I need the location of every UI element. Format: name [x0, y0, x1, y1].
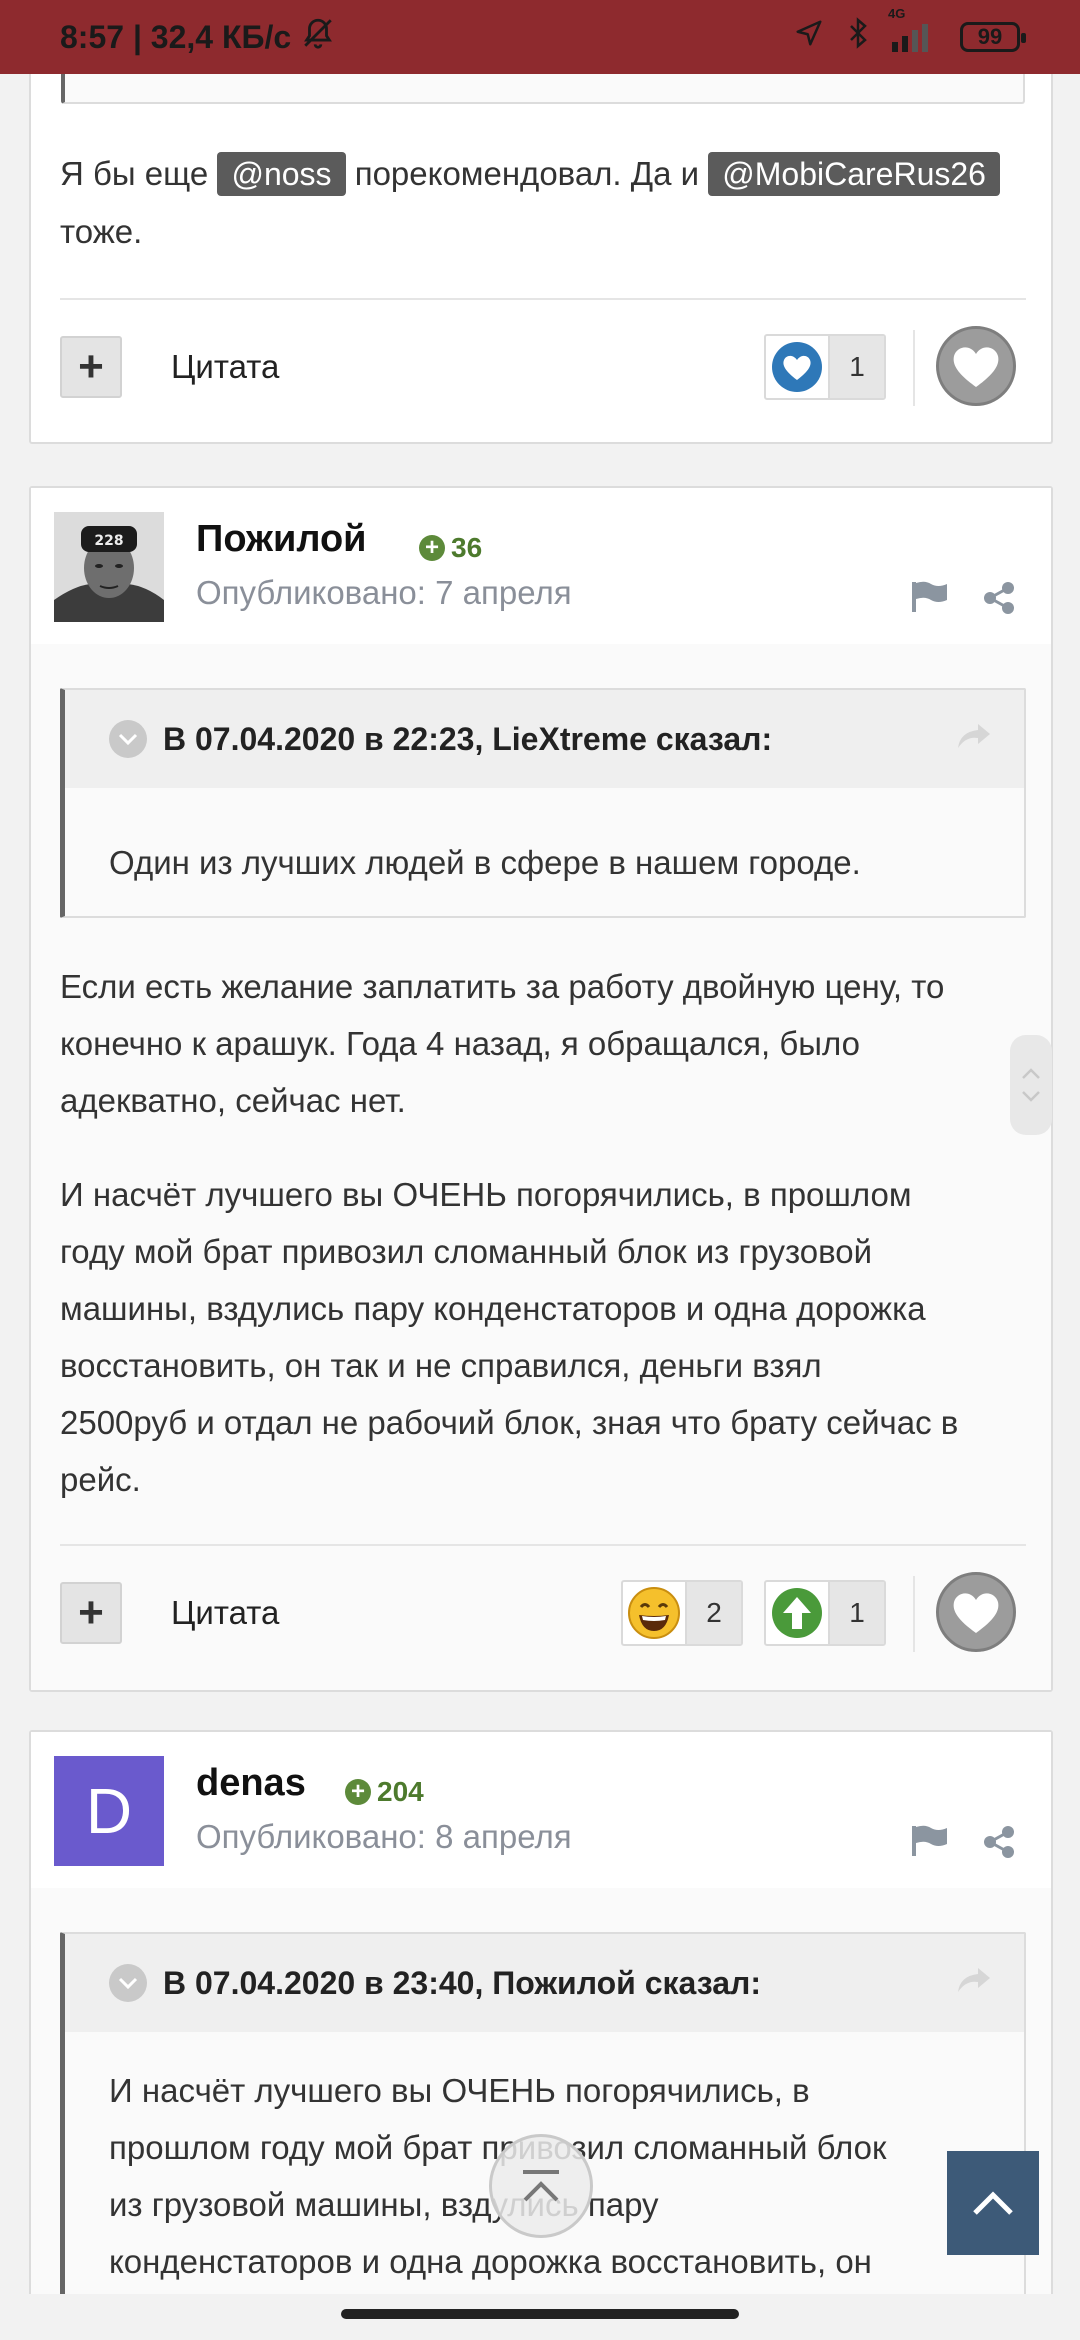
reputation-badge: + 36	[419, 532, 482, 564]
status-bar: 8:57 | 32,4 КБ/с 4G 99	[0, 0, 1080, 74]
network-label: 4G	[888, 6, 906, 21]
text-line: году мой брат привозил сломанный блок из…	[60, 1233, 873, 1270]
quote-header: В 07.04.2020 в 23:40, Пожилой сказал:	[65, 1934, 1024, 2032]
separator	[913, 330, 915, 406]
reaction-upvote[interactable]: 1	[764, 1580, 886, 1646]
scroll-top-circle-button[interactable]	[489, 2134, 593, 2238]
post-card-previous: Я бы еще @noss порекомендовал. Да и @Mob…	[29, 40, 1053, 444]
heart-icon	[953, 1593, 999, 1633]
location-icon	[794, 18, 824, 56]
plus-circle-icon: +	[345, 1778, 371, 1805]
avatar[interactable]: 228	[54, 512, 164, 622]
arrow-up-icon	[766, 1582, 830, 1644]
reputation-value: 36	[451, 532, 483, 563]
text-segment: тоже.	[60, 213, 143, 250]
post-text: Я бы еще @noss порекомендовал. Да и @Mob…	[60, 145, 1040, 260]
divider	[60, 1544, 1026, 1546]
share-icon[interactable]	[981, 1824, 1017, 1865]
quote-text: Один из лучших людей в сфере в нашем гор…	[109, 844, 861, 881]
svg-text:228: 228	[94, 533, 123, 549]
reaction-count: 1	[830, 336, 884, 398]
scroll-top-button[interactable]	[947, 2151, 1039, 2255]
mention-mobicare[interactable]: @MobiCareRus26	[708, 152, 1000, 196]
text-line: конечно к арашук. Года 4 назад, я обраща…	[60, 1025, 860, 1062]
text-line: Если есть желание заплатить за работу дв…	[60, 968, 945, 1005]
multiquote-button[interactable]: +	[60, 336, 122, 398]
share-icon[interactable]	[981, 580, 1017, 621]
quote-author[interactable]: В 07.04.2020 в 23:40, Пожилой сказал:	[163, 1965, 761, 2002]
text-line: машины, вздулись пару конденстаторов и о…	[60, 1290, 926, 1327]
avatar[interactable]: D	[54, 1756, 164, 1866]
heart-icon	[953, 347, 999, 387]
chevron-up-icon	[1022, 1068, 1040, 1079]
post-header: 228 Пожилой + 36 Опубликовано: 7 апреля	[31, 488, 1051, 644]
mention-noss[interactable]: @noss	[217, 152, 346, 196]
chevron-up-icon	[973, 2191, 1013, 2215]
go-top-icon	[523, 2170, 559, 2202]
multiquote-button[interactable]: +	[60, 1582, 122, 1644]
text-line: восстановить, он так и не справился, ден…	[60, 1347, 822, 1384]
heart-icon	[766, 336, 830, 398]
chevron-down-icon[interactable]	[109, 1964, 147, 2002]
quote-header: В 07.04.2020 в 22:23, LieXtreme сказал:	[65, 690, 1024, 788]
text-line: адекватно, сейчас нет.	[60, 1082, 406, 1119]
reaction-heart[interactable]: 1	[764, 334, 886, 400]
reaction-laugh[interactable]: 2	[621, 1580, 743, 1646]
chevron-down-icon	[1022, 1091, 1040, 1102]
published-date[interactable]: Опубликовано: 8 апреля	[196, 1818, 572, 1856]
separator	[913, 1576, 915, 1652]
laugh-icon	[623, 1582, 687, 1644]
quote-button[interactable]: Цитата	[171, 348, 279, 386]
scroll-indicator[interactable]	[1010, 1035, 1052, 1135]
battery-level: 99	[977, 24, 1003, 49]
reaction-count: 2	[687, 1582, 741, 1644]
bell-muted-icon	[301, 16, 335, 58]
bluetooth-icon	[846, 17, 870, 57]
paragraph: И насчёт лучшего вы ОЧЕНЬ погорячились, …	[60, 1166, 1040, 1508]
battery-icon: 99	[960, 22, 1026, 52]
text-line: И насчёт лучшего вы ОЧЕНЬ погорячились, …	[60, 1176, 912, 1213]
post-header: D denas + 204 Опубликовано: 8 апреля	[31, 1732, 1051, 1888]
post-card: 228 Пожилой + 36 Опубликовано: 7 апреля …	[29, 486, 1053, 1692]
post-card: D denas + 204 Опубликовано: 8 апреля В 0…	[29, 1730, 1053, 2340]
like-button[interactable]	[936, 1572, 1016, 1652]
author-name[interactable]: Пожилой	[196, 518, 367, 561]
quote-box-tail	[61, 70, 1025, 104]
reaction-count: 1	[830, 1582, 884, 1644]
plus-circle-icon: +	[419, 534, 445, 561]
text-line: И насчёт лучшего вы ОЧЕНЬ погорячились, …	[109, 2072, 810, 2109]
flag-icon[interactable]	[911, 580, 949, 617]
quote-author[interactable]: В 07.04.2020 в 22:23, LieXtreme сказал:	[163, 721, 772, 758]
author-name[interactable]: denas	[196, 1762, 306, 1805]
reputation-value: 204	[377, 1776, 424, 1807]
chevron-down-icon[interactable]	[109, 720, 147, 758]
text-line: конденстаторов и одна дорожка восстанови…	[109, 2243, 872, 2280]
paragraph: Если есть желание заплатить за работу дв…	[60, 958, 1040, 1129]
quote-box: В 07.04.2020 в 22:23, LieXtreme сказал: …	[60, 688, 1026, 918]
flag-icon[interactable]	[911, 1824, 949, 1861]
published-date[interactable]: Опубликовано: 7 апреля	[196, 574, 572, 612]
text-segment: Я бы еще	[60, 155, 209, 192]
text-segment: порекомендовал. Да и	[354, 155, 700, 192]
status-time: 8:57 | 32,4 КБ/с	[60, 18, 292, 55]
text-line: рейс.	[60, 1461, 141, 1498]
home-gesture-handle[interactable]	[341, 2309, 739, 2319]
reply-arrow-icon[interactable]	[956, 1966, 992, 2004]
like-button[interactable]	[936, 326, 1016, 406]
text-line: 2500руб и отдал не рабочий блок, зная чт…	[60, 1404, 959, 1441]
quote-button[interactable]: Цитата	[171, 1594, 279, 1632]
reputation-badge: + 204	[345, 1776, 424, 1808]
signal-icon: 4G	[888, 6, 938, 52]
reply-arrow-icon[interactable]	[956, 722, 992, 760]
divider	[60, 298, 1026, 300]
